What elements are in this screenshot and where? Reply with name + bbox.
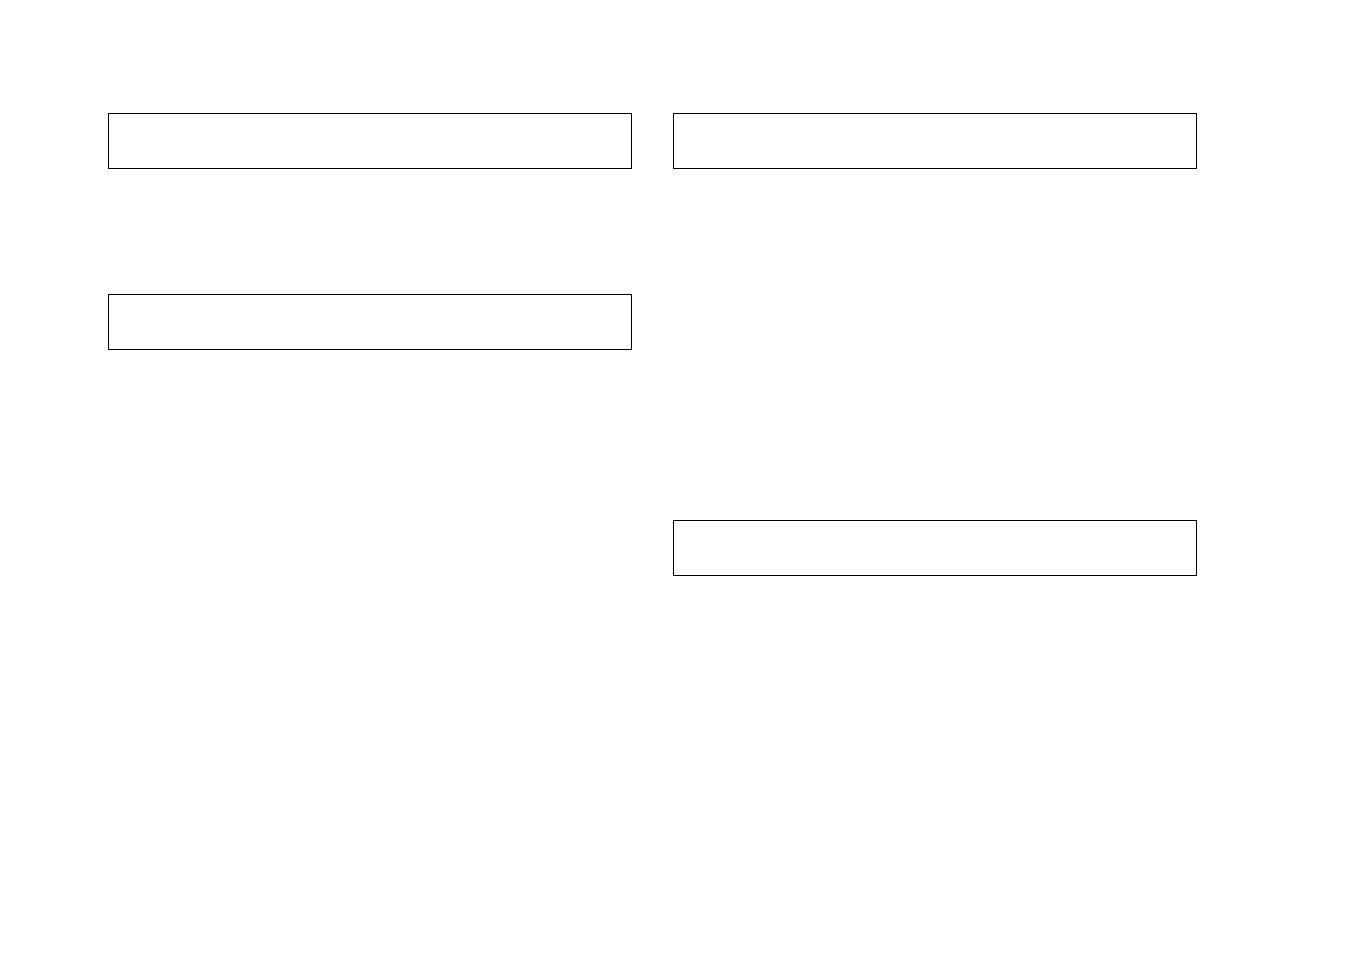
input-box-top-left[interactable] [108, 113, 632, 169]
input-box-middle-left[interactable] [108, 294, 632, 350]
input-box-top-right[interactable] [673, 113, 1197, 169]
input-box-lower-right[interactable] [673, 520, 1197, 576]
